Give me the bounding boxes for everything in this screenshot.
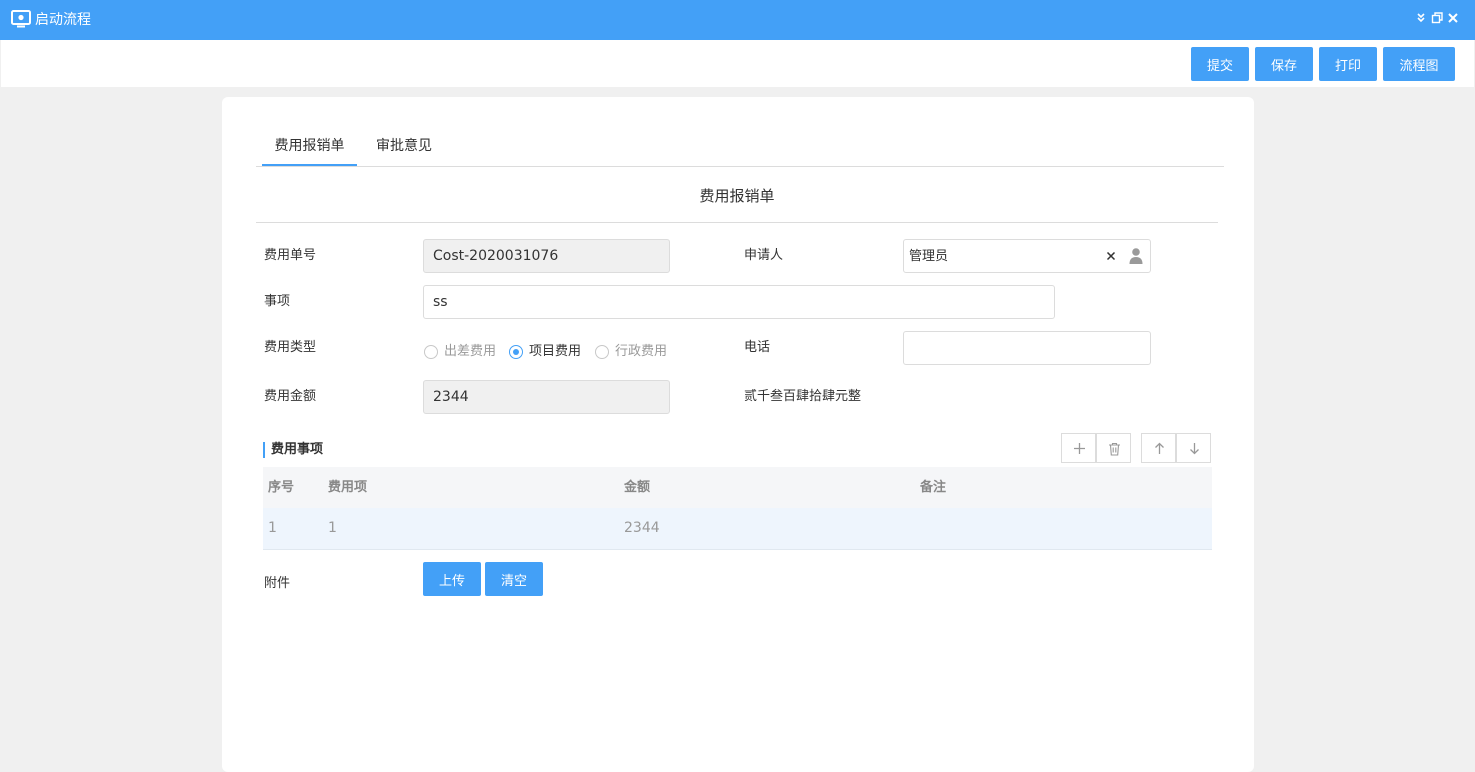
print-button[interactable]: 打印 xyxy=(1319,47,1377,81)
type-label: 费用类型 xyxy=(264,340,317,355)
save-button[interactable]: 保存 xyxy=(1255,47,1313,81)
cell-amount[interactable]: 2344 xyxy=(624,508,660,549)
item-label: 事项 xyxy=(264,294,291,309)
column-header-remark[interactable]: 备注 xyxy=(920,467,946,508)
radio-dot xyxy=(424,345,438,359)
clear-button[interactable]: 清空 xyxy=(485,562,543,596)
close-icon[interactable] xyxy=(1446,10,1460,26)
amount-field: 2344 xyxy=(423,380,670,414)
radio-travel-expense[interactable]: 出差费用 xyxy=(424,343,502,361)
form-card: 费用报销单 审批意见 费用报销单 费用单号 Cost-2020031076 申请… xyxy=(222,97,1254,772)
user-icon[interactable] xyxy=(1128,240,1144,272)
tab-bar: 费用报销单 审批意见 xyxy=(256,127,1224,167)
upload-button[interactable]: 上传 xyxy=(423,562,481,596)
cell-item[interactable]: 1 xyxy=(328,508,337,549)
expense-no-field: Cost-2020031076 xyxy=(423,239,670,273)
flowchart-button[interactable]: 流程图 xyxy=(1383,47,1455,81)
item-field[interactable]: ss xyxy=(423,285,1055,319)
tab-expense-form[interactable]: 费用报销单 xyxy=(262,127,357,166)
phone-label: 电话 xyxy=(744,340,771,355)
amount-in-words: 贰千叁百肆拾肆元整 xyxy=(744,389,862,404)
collapse-icon[interactable] xyxy=(1414,10,1428,26)
radio-project-expense[interactable]: 项目费用 xyxy=(509,343,587,361)
details-section-title: 费用事项 xyxy=(263,442,323,458)
phone-field[interactable] xyxy=(903,331,1151,365)
add-row-button[interactable] xyxy=(1061,433,1096,463)
column-header-item[interactable]: 费用项 xyxy=(328,467,367,508)
move-up-button[interactable] xyxy=(1141,433,1176,463)
window-titlebar: 启动流程 xyxy=(0,0,1475,40)
submit-button[interactable]: 提交 xyxy=(1191,47,1249,81)
radio-dot xyxy=(509,345,523,359)
action-toolbar: 提交 保存 打印 流程图 xyxy=(1,40,1474,87)
tab-approval-opinion[interactable]: 审批意见 xyxy=(367,127,441,166)
form-title: 费用报销单 xyxy=(256,185,1218,223)
column-header-amount[interactable]: 金额 xyxy=(624,467,650,508)
grid-header: 序号 费用项 金额 备注 xyxy=(263,467,1212,508)
column-header-index[interactable]: 序号 xyxy=(268,467,294,508)
applicant-label: 申请人 xyxy=(744,248,784,263)
expense-no-label: 费用单号 xyxy=(264,248,317,263)
clear-icon[interactable] xyxy=(1104,240,1118,272)
radio-dot xyxy=(595,345,609,359)
monitor-icon xyxy=(11,10,31,28)
cell-index[interactable]: 1 xyxy=(268,508,277,549)
attachment-label: 附件 xyxy=(264,576,291,591)
move-down-button[interactable] xyxy=(1176,433,1211,463)
applicant-field[interactable]: 管理员 xyxy=(903,239,1151,273)
restore-icon[interactable] xyxy=(1430,10,1444,26)
amount-label: 费用金额 xyxy=(264,389,317,404)
window-title: 启动流程 xyxy=(35,12,91,28)
delete-row-button[interactable] xyxy=(1096,433,1131,463)
radio-admin-expense[interactable]: 行政费用 xyxy=(595,343,673,361)
table-row[interactable]: 1 1 2344 xyxy=(263,508,1212,550)
applicant-value: 管理员 xyxy=(909,249,949,264)
